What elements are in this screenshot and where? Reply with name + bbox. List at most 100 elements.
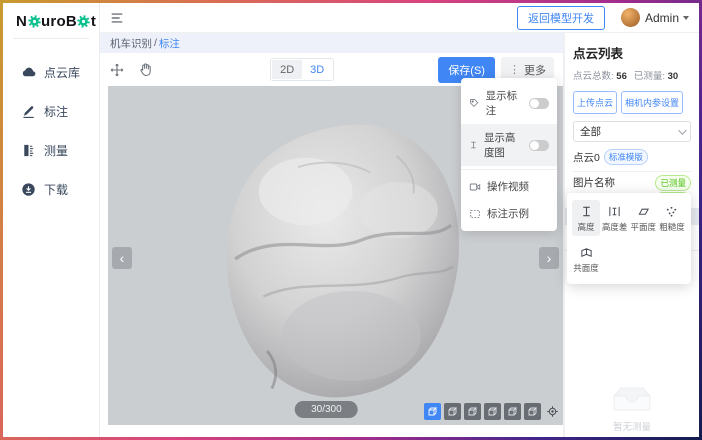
menu-item-label: 显示高度图: [484, 130, 523, 160]
view-default-button[interactable]: [424, 403, 441, 420]
tool-flatness[interactable]: 平面度: [629, 200, 657, 236]
logo-letter: t: [91, 13, 96, 30]
show-annotations-toggle[interactable]: [529, 98, 549, 109]
pointcloud-group-row[interactable]: 点云0 标准模版: [573, 149, 691, 172]
top-bar: 返回模型开发 Admin: [100, 3, 699, 33]
view-front-button[interactable]: [444, 403, 461, 420]
logo-letter: N: [16, 13, 27, 30]
total-stat: 点云总数: 56: [573, 68, 627, 82]
mode-2d-button[interactable]: 2D: [272, 60, 302, 79]
app-root: N uro B t: [3, 3, 699, 437]
collapse-sidebar-icon[interactable]: [110, 11, 124, 25]
upload-pointcloud-button[interactable]: 上传点云: [573, 91, 617, 114]
menu-item-annotation-example[interactable]: 标注示例: [461, 200, 557, 227]
breadcrumb-separator: /: [154, 37, 157, 49]
workspace-column: 机车识别 / 标注 2D: [100, 33, 563, 437]
view-buttons: [424, 403, 561, 420]
logo-letter: B: [66, 13, 77, 30]
body-row: 机车识别 / 标注 2D: [100, 33, 699, 437]
sidebar-item-annotate[interactable]: 标注: [3, 92, 99, 131]
window-frame: N uro B t: [0, 0, 702, 440]
filter-value: 全部: [580, 124, 601, 139]
chevron-left-icon: ‹: [120, 250, 125, 266]
tool-roughness[interactable]: 粗糙度: [658, 200, 686, 236]
avatar[interactable]: [621, 8, 640, 27]
tag-icon: [469, 97, 480, 109]
view-top-button[interactable]: [524, 403, 541, 420]
image-name: 图片名称: [573, 175, 615, 190]
more-label: 更多: [524, 62, 546, 78]
menu-item-show-annotations[interactable]: 显示标注: [461, 82, 557, 124]
sidebar-item-label: 测量: [44, 142, 68, 159]
next-image-button[interactable]: ›: [539, 247, 559, 269]
show-heightmap-toggle[interactable]: [529, 140, 549, 151]
filter-select[interactable]: 全部: [573, 121, 691, 142]
menu-item-label: 显示标注: [486, 88, 523, 118]
menu-item-show-heightmap[interactable]: 显示高度图: [461, 124, 557, 166]
sidebar-nav: 点云库 标注 测量 下载: [3, 39, 99, 209]
plane-icon: [637, 205, 650, 218]
view-back-button[interactable]: [464, 403, 481, 420]
sidebar: N uro B t: [3, 3, 100, 437]
view-left-button[interactable]: [484, 403, 501, 420]
panel-stats: 点云总数: 56 已测量: 30: [573, 68, 691, 82]
chevron-down-icon: [678, 126, 686, 134]
coplanarity-icon: [580, 246, 593, 259]
measured-badge: 已测量: [655, 175, 691, 191]
pointcloud-name: 点云0: [573, 150, 600, 165]
measured-stat: 已测量: 30: [634, 68, 678, 82]
point-cloud-model: [209, 115, 481, 403]
sidebar-item-label: 点云库: [44, 64, 80, 81]
image-counter-badge: 30/300: [295, 401, 358, 418]
panel-buttons: 上传点云 相机内参设置: [573, 91, 691, 114]
brand-logo: N uro B t: [3, 3, 99, 38]
sidebar-item-pointcloud-library[interactable]: 点云库: [3, 53, 99, 92]
user-menu[interactable]: Admin: [645, 11, 689, 25]
more-dropdown-menu: 显示标注 显示高度图 操作: [461, 78, 557, 231]
top-bar-right: 返回模型开发 Admin: [517, 6, 689, 30]
sidebar-item-label: 下载: [44, 181, 68, 198]
main-area: 返回模型开发 Admin 机车识别 / 标注: [100, 3, 699, 437]
gear-icon: [28, 15, 41, 28]
mode-3d-button[interactable]: 3D: [302, 60, 332, 79]
height-diff-icon: [608, 205, 621, 218]
tool-height[interactable]: 高度: [572, 200, 600, 236]
prev-image-button[interactable]: ‹: [112, 247, 132, 269]
hand-drag-icon[interactable]: [138, 62, 153, 77]
breadcrumb-current[interactable]: 标注: [159, 36, 180, 51]
logo-letter: uro: [41, 13, 66, 30]
download-icon: [21, 182, 36, 197]
menu-item-label: 标注示例: [487, 206, 529, 221]
tool-coplanarity[interactable]: 共面度: [572, 241, 600, 277]
ibeam-icon: [469, 139, 478, 151]
sidebar-item-label: 标注: [44, 103, 68, 120]
empty-text: 暂无测量: [613, 419, 651, 433]
breadcrumb-parent: 机车识别: [110, 36, 152, 51]
ibeam-icon: [580, 205, 593, 218]
camera-params-button[interactable]: 相机内参设置: [621, 91, 683, 114]
view-right-button[interactable]: [504, 403, 521, 420]
roughness-icon: [665, 205, 678, 218]
video-icon: [469, 181, 481, 193]
sidebar-item-measure[interactable]: 测量: [3, 131, 99, 170]
menu-item-tutorial-video[interactable]: 操作视频: [461, 173, 557, 200]
breadcrumb: 机车识别 / 标注: [100, 33, 563, 53]
dots-vertical-icon: ⋮: [509, 63, 520, 76]
divider: [461, 169, 557, 170]
chevron-down-icon: [683, 16, 689, 20]
dashed-rect-icon: [469, 208, 481, 220]
measure-tools-popup: 高度 高度差 平面度: [567, 193, 691, 284]
tools-row: 高度 高度差 平面度: [572, 200, 686, 236]
template-badge: 标准模版: [604, 149, 648, 165]
brand-name: N uro B t: [16, 13, 96, 30]
reset-view-button[interactable]: [544, 403, 561, 420]
pen-icon: [21, 104, 36, 119]
back-to-model-dev-button[interactable]: 返回模型开发: [517, 6, 605, 30]
tool-height-diff[interactable]: 高度差: [601, 200, 629, 236]
image-row[interactable]: 图片名称 已测量: [573, 174, 691, 191]
tools-row: 共面度: [572, 241, 686, 277]
cloud-icon: [21, 65, 36, 80]
sidebar-item-download[interactable]: 下载: [3, 170, 99, 209]
ruler-icon: [21, 143, 36, 158]
pan-move-icon[interactable]: [109, 62, 125, 78]
